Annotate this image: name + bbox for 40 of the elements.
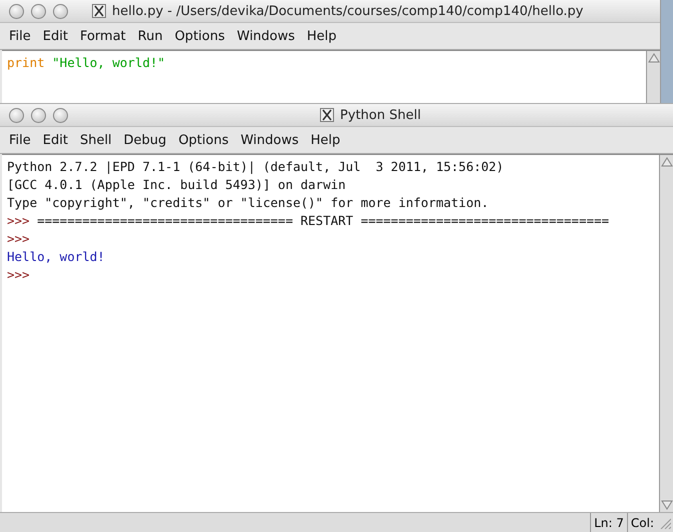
menu-item[interactable]: File <box>3 132 37 148</box>
scroll-down-icon[interactable] <box>660 500 672 510</box>
shell-line: [GCC 4.0.1 (Apple Inc. build 5493)] on darwin <box>7 176 347 194</box>
window-control-icon[interactable] <box>53 4 68 18</box>
scroll-up-icon[interactable] <box>648 53 660 63</box>
window-title: Python Shell <box>340 108 421 122</box>
x-logo-icon <box>92 4 106 18</box>
shell-line: Type "copyright", "credits" or "license()" for more information. <box>7 194 490 212</box>
shell-line: >>> <box>7 230 31 248</box>
window-control-icon[interactable] <box>31 4 46 18</box>
status-field: Ln: 7 <box>590 513 627 532</box>
menu-item[interactable]: Run <box>132 28 169 44</box>
resize-grip-icon[interactable] <box>659 517 671 529</box>
menu-item[interactable]: Shell <box>74 132 118 148</box>
scroll-up-icon[interactable] <box>660 157 672 167</box>
menu-item[interactable]: Debug <box>118 132 172 148</box>
scrollbar[interactable] <box>659 155 673 512</box>
menu-item[interactable]: Edit <box>36 132 74 148</box>
scrollbar[interactable] <box>646 51 660 103</box>
shell-line: Python 2.7.2 |EPD 7.1-1 (64-bit)| (default, Jul 3 2011, 15:56:02) <box>7 158 505 176</box>
window-title: hello.py - /Users/devika/Documents/courses/comp140/comp140/hello.py <box>112 4 584 18</box>
menu-item[interactable]: Windows <box>234 132 305 148</box>
shell-line: Hello, world! <box>7 248 106 266</box>
menu-item[interactable]: Options <box>172 132 235 148</box>
shell-line: >>> ================================== RESTART ================================= <box>7 212 610 230</box>
x-logo-icon <box>320 108 334 122</box>
shell-line: >>> <box>7 266 31 284</box>
menu-item[interactable]: Windows <box>230 28 301 44</box>
menu-item[interactable]: Help <box>304 132 346 148</box>
menu-item[interactable]: Help <box>300 28 343 44</box>
status-field: Col: <box>626 513 657 532</box>
window-control-icon[interactable] <box>53 108 68 122</box>
menu-item[interactable]: Format <box>74 28 132 44</box>
window-control-icon[interactable] <box>31 108 46 122</box>
window-control-icon[interactable] <box>9 4 24 18</box>
window-control-icon[interactable] <box>9 108 24 122</box>
menu-item[interactable]: Options <box>168 28 231 44</box>
code-line: print "Hello, world!" <box>7 54 166 72</box>
menu-item[interactable]: Edit <box>36 28 74 44</box>
menu-item[interactable]: File <box>3 28 37 44</box>
